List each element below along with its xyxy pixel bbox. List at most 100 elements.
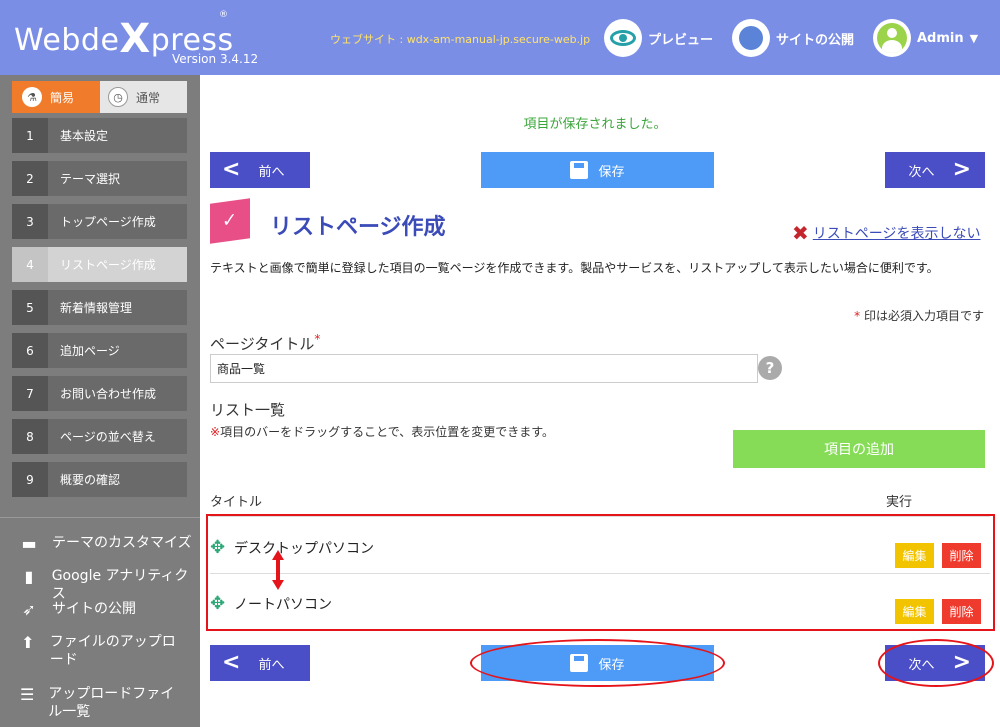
sidebar-step-1[interactable]: 1 基本設定 bbox=[12, 118, 187, 153]
step-number: 3 bbox=[12, 204, 48, 239]
flask-icon: ⚗ bbox=[22, 87, 42, 107]
step-label: 基本設定 bbox=[60, 129, 109, 143]
required-note-text: 印は必須入力項目です bbox=[863, 309, 984, 323]
prev-label: 前へ bbox=[258, 164, 285, 180]
step-number: 9 bbox=[12, 462, 48, 497]
bar-chart-icon: ▮ bbox=[24, 567, 34, 586]
sidebar-step-3[interactable]: 3 トップページ作成 bbox=[12, 204, 187, 239]
hide-link-text[interactable]: リストページを表示しない bbox=[813, 223, 981, 243]
next-label: 次へ bbox=[908, 164, 935, 180]
tool-label: テーマのカスタマイズ bbox=[52, 535, 192, 551]
required-star: * bbox=[314, 332, 321, 346]
mode-easy-button[interactable]: ⚗ 簡易 bbox=[12, 81, 100, 113]
step-label: お問い合わせ作成 bbox=[60, 387, 157, 401]
prev-label: 前へ bbox=[258, 657, 285, 673]
tool-file-upload[interactable]: ⬆ ファイルのアップロード bbox=[18, 633, 188, 669]
logo-x: X bbox=[119, 16, 151, 62]
page-title-input[interactable] bbox=[210, 354, 758, 383]
step-number: 8 bbox=[12, 419, 48, 454]
step-number: 6 bbox=[12, 333, 48, 368]
logo-reg: ® bbox=[219, 10, 229, 20]
highlight-box bbox=[206, 514, 995, 631]
list-note: ※項目のバーをドラッグすることで、表示位置を変更できます。 bbox=[210, 423, 554, 440]
eye-icon bbox=[604, 19, 642, 57]
gauge-icon: ◷ bbox=[108, 87, 128, 107]
close-icon: ✖ bbox=[792, 221, 809, 245]
step-label: 追加ページ bbox=[60, 344, 120, 358]
sidebar-step-6[interactable]: 6 追加ページ bbox=[12, 333, 187, 368]
mode-normal-button[interactable]: ◷ 通常 bbox=[100, 81, 187, 113]
upload-icon: ⬆ bbox=[21, 633, 35, 652]
mode-toggle: ⚗ 簡易 ◷ 通常 bbox=[12, 81, 187, 113]
save-label: 保存 bbox=[598, 164, 625, 180]
sidebar-step-7[interactable]: 7 お問い合わせ作成 bbox=[12, 376, 187, 411]
step-number: 7 bbox=[12, 376, 48, 411]
preview-button[interactable]: プレビュー bbox=[604, 18, 713, 58]
step-number: 5 bbox=[12, 290, 48, 325]
page-title-field-label: ページタイトル* bbox=[210, 332, 320, 354]
version-label: Version 3.4.12 bbox=[172, 52, 259, 66]
step-label: 概要の確認 bbox=[60, 473, 121, 487]
rocket-icon: ➶ bbox=[22, 600, 36, 619]
prev-button-top[interactable]: < 前へ bbox=[210, 152, 310, 188]
website-url[interactable]: ウェブサイト : wdx-am-manual-jp.secure-web.jp bbox=[330, 31, 590, 47]
column-header-action: 実行 bbox=[886, 495, 913, 510]
sidebar-step-5[interactable]: 5 新着情報管理 bbox=[12, 290, 187, 325]
globe-icon bbox=[732, 19, 770, 57]
tool-label: サイトの公開 bbox=[52, 601, 136, 617]
sidebar: ⚗ 簡易 ◷ 通常 1 基本設定 2 テーマ選択 3 トップページ作成 4 リストページ… bbox=[0, 75, 200, 727]
saved-message: 項目が保存されました。 bbox=[523, 117, 667, 132]
publish-button[interactable]: サイトの公開 bbox=[732, 18, 854, 58]
next-button-top[interactable]: 次へ > bbox=[885, 152, 985, 188]
mode-normal-label: 通常 bbox=[136, 90, 161, 105]
step-number: 2 bbox=[12, 161, 48, 196]
tool-label: アップロードファイル一覧 bbox=[48, 686, 175, 720]
user-menu[interactable]: Admin ▼ bbox=[873, 18, 978, 58]
step-number: 1 bbox=[12, 118, 48, 153]
logo-text: Webde bbox=[14, 23, 120, 58]
save-highlight-oval bbox=[470, 639, 725, 687]
chevron-left-icon: < bbox=[222, 650, 241, 675]
page-title: リストページ作成 bbox=[270, 215, 446, 240]
tool-site-publish[interactable]: ➶ サイトの公開 bbox=[18, 600, 136, 620]
required-star: * bbox=[854, 309, 861, 323]
sidebar-step-4[interactable]: 4 リストページ作成 bbox=[12, 247, 187, 282]
sidebar-divider bbox=[0, 517, 200, 518]
main-content: 項目が保存されました。 < 前へ 保存 次へ > リストページ作成 ✖ リストペ… bbox=[200, 75, 1000, 727]
user-name: Admin bbox=[917, 30, 964, 46]
step-label: トップページ作成 bbox=[60, 215, 156, 229]
chevron-right-icon: > bbox=[952, 157, 971, 182]
step-number: 4 bbox=[12, 247, 48, 282]
tool-uploaded-files[interactable]: ☰ アップロードファイル一覧 bbox=[18, 685, 188, 721]
field-label-text: ページタイトル bbox=[210, 335, 315, 353]
tool-google-analytics[interactable]: ▮ Google アナリティクス bbox=[18, 567, 200, 603]
list-icon: ☰ bbox=[19, 685, 35, 704]
chevron-down-icon: ▼ bbox=[969, 31, 979, 45]
prev-button-bottom[interactable]: < 前へ bbox=[210, 645, 310, 681]
chevron-left-icon: < bbox=[222, 157, 241, 182]
list-page-icon bbox=[210, 198, 250, 244]
required-note: * 印は必須入力項目です bbox=[854, 307, 984, 324]
note-mark: ※ bbox=[210, 425, 221, 439]
sidebar-step-2[interactable]: 2 テーマ選択 bbox=[12, 161, 187, 196]
app-header: WebdeXpress ® Version 3.4.12 ウェブサイト : wd… bbox=[0, 0, 1000, 75]
sidebar-step-9[interactable]: 9 概要の確認 bbox=[12, 462, 187, 497]
floppy-disk-icon bbox=[570, 161, 589, 179]
save-button-top[interactable]: 保存 bbox=[481, 152, 714, 188]
next-highlight-oval bbox=[878, 639, 994, 687]
column-header-title: タイトル bbox=[210, 495, 263, 510]
mode-easy-label: 簡易 bbox=[50, 90, 75, 105]
publish-label: サイトの公開 bbox=[776, 32, 855, 48]
hide-list-page-link[interactable]: ✖ リストページを表示しない bbox=[792, 221, 981, 245]
step-label: 新着情報管理 bbox=[60, 301, 133, 315]
help-icon[interactable]: ? bbox=[758, 356, 782, 380]
step-label: ページの並べ替え bbox=[60, 430, 156, 444]
sidebar-step-8[interactable]: 8 ページの並べ替え bbox=[12, 419, 187, 454]
page-description: テキストと画像で簡単に登録した項目の一覧ページを作成できます。製品やサービスを、… bbox=[210, 261, 939, 275]
tool-theme-customize[interactable]: ▬ テーマのカスタマイズ bbox=[18, 534, 192, 554]
preview-label: プレビュー bbox=[648, 32, 714, 48]
drag-arrow-annotation bbox=[272, 550, 284, 590]
avatar-icon bbox=[873, 19, 911, 57]
add-item-button[interactable]: 項目の追加 bbox=[733, 430, 985, 468]
tool-label: Google アナリティクス bbox=[51, 568, 189, 602]
